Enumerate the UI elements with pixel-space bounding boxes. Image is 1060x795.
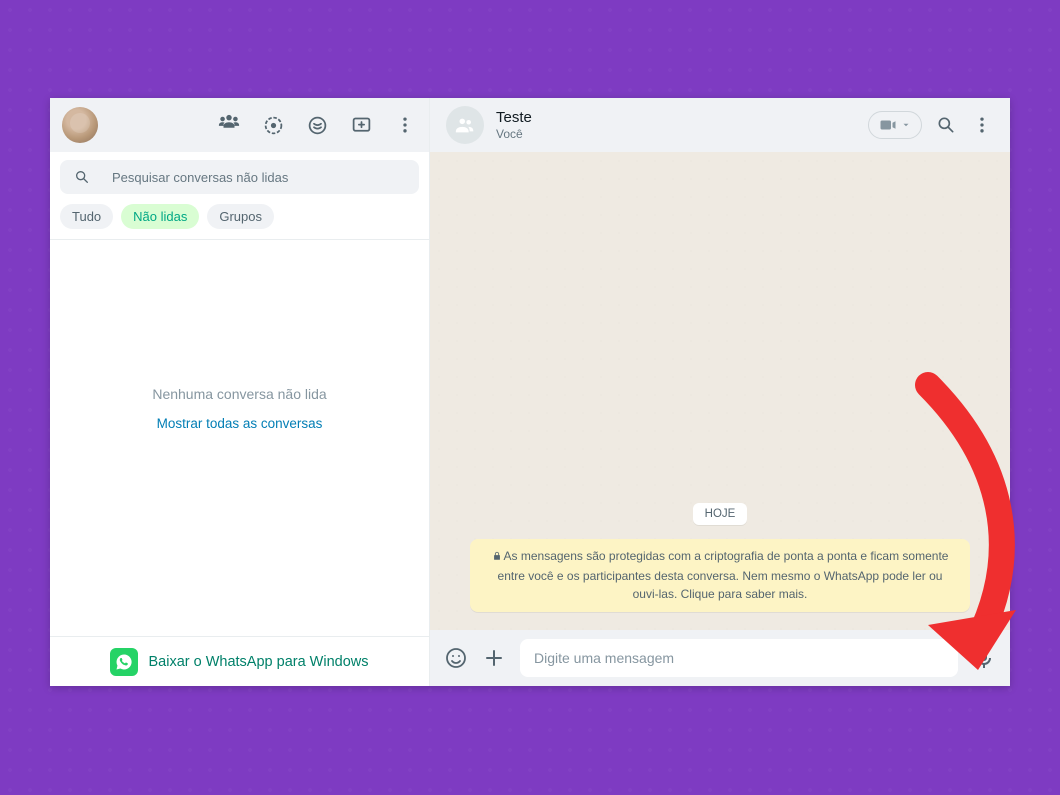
chat-avatar[interactable] bbox=[446, 106, 484, 144]
new-chat-icon[interactable] bbox=[349, 113, 373, 137]
emoji-icon[interactable] bbox=[444, 646, 468, 670]
chat-title-block[interactable]: Teste Você bbox=[496, 109, 532, 141]
empty-chat-list: Nenhuma conversa não lida Mostrar todas … bbox=[50, 240, 429, 636]
search-placeholder-text: Pesquisar conversas não lidas bbox=[112, 170, 288, 185]
encryption-notice[interactable]: As mensagens são protegidas com a cripto… bbox=[470, 539, 970, 612]
show-all-link[interactable]: Mostrar todas as conversas bbox=[157, 416, 323, 431]
chat-search-icon[interactable] bbox=[934, 113, 958, 137]
date-separator: HOJE bbox=[693, 503, 748, 525]
chevron-down-icon bbox=[901, 120, 911, 130]
chat-title: Teste bbox=[496, 109, 532, 126]
conversation-area: HOJE As mensagens são protegidas com a c… bbox=[430, 152, 1010, 630]
sidebar: Pesquisar conversas não lidas Tudo Não l… bbox=[50, 98, 430, 686]
video-call-button[interactable] bbox=[868, 111, 922, 139]
encryption-text: As mensagens são protegidas com a cripto… bbox=[498, 549, 949, 601]
menu-icon[interactable] bbox=[393, 113, 417, 137]
video-icon bbox=[879, 116, 897, 134]
app-window: Pesquisar conversas não lidas Tudo Não l… bbox=[50, 98, 1010, 686]
lock-icon bbox=[492, 548, 502, 567]
whatsapp-logo-icon bbox=[110, 648, 138, 676]
user-avatar[interactable] bbox=[62, 107, 98, 143]
chat-header: Teste Você bbox=[430, 98, 1010, 152]
message-placeholder: Digite uma mensagem bbox=[534, 650, 674, 666]
filter-groups[interactable]: Grupos bbox=[207, 204, 274, 229]
filter-all[interactable]: Tudo bbox=[60, 204, 113, 229]
message-composer: Digite uma mensagem bbox=[430, 630, 1010, 686]
search-input[interactable]: Pesquisar conversas não lidas bbox=[60, 160, 419, 194]
search-row: Pesquisar conversas não lidas bbox=[50, 152, 429, 198]
status-icon[interactable] bbox=[261, 113, 285, 137]
chat-subtitle: Você bbox=[496, 127, 532, 141]
download-text: Baixar o WhatsApp para Windows bbox=[148, 654, 368, 670]
channels-icon[interactable] bbox=[305, 113, 329, 137]
filter-unread[interactable]: Não lidas bbox=[121, 204, 199, 229]
chat-panel: Teste Você HOJE As mensagens são protegi… bbox=[430, 98, 1010, 686]
empty-message: Nenhuma conversa não lida bbox=[152, 386, 326, 402]
chat-menu-icon[interactable] bbox=[970, 113, 994, 137]
mic-icon[interactable] bbox=[972, 646, 996, 670]
attach-icon[interactable] bbox=[482, 646, 506, 670]
sidebar-header-actions bbox=[217, 113, 417, 137]
filter-chips: Tudo Não lidas Grupos bbox=[50, 198, 429, 240]
communities-icon[interactable] bbox=[217, 113, 241, 137]
search-icon bbox=[74, 169, 90, 185]
download-banner[interactable]: Baixar o WhatsApp para Windows bbox=[50, 636, 429, 686]
message-input[interactable]: Digite uma mensagem bbox=[520, 639, 958, 677]
sidebar-header bbox=[50, 98, 429, 152]
